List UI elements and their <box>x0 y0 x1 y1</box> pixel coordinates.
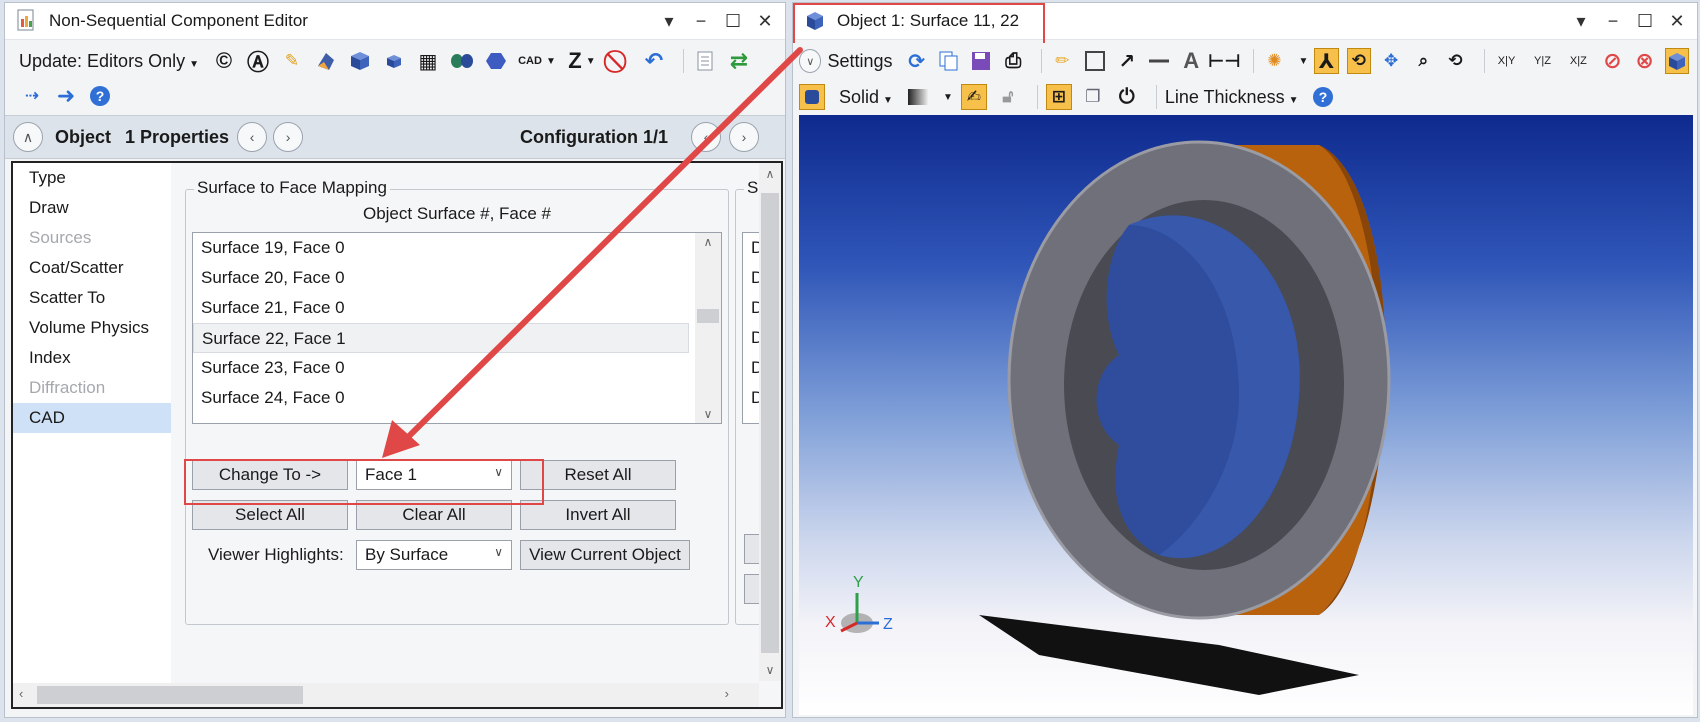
annotation-arrowhead <box>382 420 420 458</box>
annotation-arrow <box>397 47 803 448</box>
annotation-arrow-overlay <box>382 47 803 458</box>
